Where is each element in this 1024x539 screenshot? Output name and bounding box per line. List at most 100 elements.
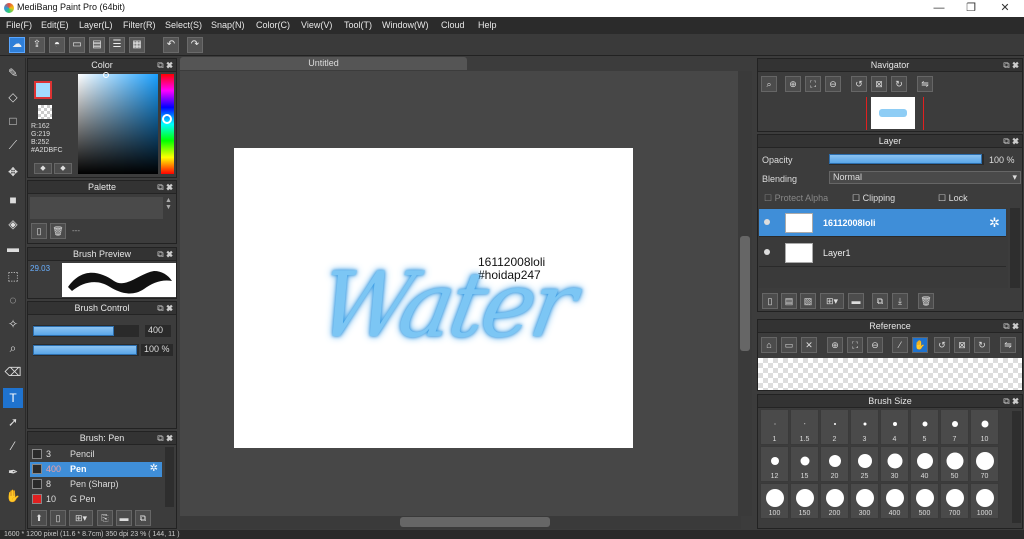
select-eraser-tool-icon[interactable]: ⌫ — [3, 362, 23, 382]
palette-delete-icon[interactable]: 🗑 — [50, 223, 66, 239]
menu-file[interactable]: File(F) — [6, 20, 32, 30]
zoom-out-icon[interactable]: ⊖ — [825, 76, 841, 92]
gradient-tool-icon[interactable]: ▬ — [3, 238, 23, 258]
brush-settings-gear-icon[interactable]: ✲ — [150, 462, 158, 476]
layer-opacity-slider[interactable] — [829, 154, 984, 165]
reference-rotate-right-icon[interactable]: ↻ — [974, 337, 990, 353]
eraser-tool-icon[interactable]: ◇ — [3, 87, 23, 107]
brush-folder-icon[interactable]: ▬ — [116, 510, 132, 526]
panel-float-close-icon[interactable]: ⧉ ✖ — [1003, 135, 1019, 147]
reset-view-icon[interactable]: ⊠ — [871, 76, 887, 92]
list-icon[interactable]: ☰ — [109, 37, 125, 53]
palette-field[interactable]: --- — [72, 226, 80, 235]
brush-size-cell[interactable]: 70 — [970, 446, 999, 482]
close-button[interactable]: ✕ — [990, 1, 1020, 16]
fill-rect-tool-icon[interactable]: ■ — [3, 190, 23, 210]
menu-snap[interactable]: Snap(N) — [211, 20, 245, 30]
palette-swatches-area[interactable] — [30, 197, 163, 219]
reference-open-icon[interactable]: ▭ — [781, 337, 797, 353]
brush-size-cell[interactable]: 15 — [790, 446, 819, 482]
eye-icon[interactable] — [764, 249, 770, 255]
canvas-horizontal-scrollbar[interactable] — [180, 516, 741, 529]
hue-slider[interactable] — [161, 74, 174, 174]
rotate-right-icon[interactable]: ↻ — [891, 76, 907, 92]
primary-color-swatch[interactable] — [34, 81, 52, 99]
brush-size-slider[interactable] — [33, 325, 139, 337]
share-icon[interactable]: ⇪ — [29, 37, 45, 53]
pen-tool-icon[interactable]: ✒ — [3, 462, 23, 482]
brush-size-cell[interactable]: 1 — [760, 409, 789, 445]
brush-size-cell[interactable]: 150 — [790, 483, 819, 519]
reference-eyedropper-icon[interactable]: ⁄ — [892, 337, 908, 353]
horizontal-scroll-thumb[interactable] — [400, 517, 550, 527]
zoom-in-icon[interactable]: ⊕ — [785, 76, 801, 92]
brush-size-cell[interactable]: 400 — [880, 483, 909, 519]
eyedropper-tool-icon[interactable]: ⁄ — [3, 436, 23, 456]
panel-float-close-icon[interactable]: ⧉ ✖ — [157, 181, 173, 193]
layer-list-scrollbar[interactable] — [1010, 208, 1020, 288]
brush-list-scrollbar[interactable] — [165, 447, 174, 507]
saturation-value-picker[interactable] — [78, 74, 158, 174]
menu-cloud[interactable]: Cloud — [441, 20, 465, 30]
maximize-button[interactable]: ❐ — [956, 1, 986, 16]
chat-icon[interactable]: ▭ — [69, 37, 85, 53]
brush-size-cell[interactable]: 1000 — [970, 483, 999, 519]
brush-size-cell[interactable]: 20 — [820, 446, 849, 482]
brush-tool-icon[interactable]: ✎ — [3, 63, 23, 83]
panel-float-close-icon[interactable]: ⧉ ✖ — [157, 59, 173, 71]
menu-filter[interactable]: Filter(R) — [123, 20, 156, 30]
minimize-button[interactable]: — — [924, 1, 954, 16]
menu-select[interactable]: Select(S) — [165, 20, 202, 30]
comment-icon[interactable]: ◓ — [49, 37, 65, 53]
undo-icon[interactable]: ↶ — [163, 37, 179, 53]
flip-horizontal-icon[interactable]: ⇋ — [917, 76, 933, 92]
secondary-color-swatch[interactable] — [38, 105, 52, 119]
menu-edit[interactable]: Edit(E) — [41, 20, 69, 30]
reference-close-icon[interactable]: ✕ — [801, 337, 817, 353]
reference-hand-icon[interactable]: ✋ — [912, 337, 928, 353]
cloud-icon[interactable]: ☁ — [9, 37, 25, 53]
rectangle-tool-icon[interactable]: □ — [3, 111, 23, 131]
menu-view[interactable]: View(V) — [301, 20, 332, 30]
blending-select[interactable]: Normal ▾ — [829, 171, 1021, 184]
clipping-checkbox[interactable]: ☐ Clipping — [852, 193, 895, 204]
brush-size-scrollbar[interactable] — [1012, 411, 1021, 523]
lock-checkbox[interactable]: ☐ Lock — [938, 193, 968, 204]
panel-float-close-icon[interactable]: ⧉ ✖ — [157, 302, 173, 314]
color-mode-button[interactable]: ◆ — [34, 163, 52, 174]
new-8bit-layer-icon[interactable]: ▧ — [800, 293, 816, 309]
layer-name[interactable]: 16112008loli — [823, 218, 876, 228]
text-tool-icon[interactable]: T — [3, 388, 23, 408]
reference-image-area[interactable] — [758, 358, 1022, 390]
brush-size-cell[interactable]: 100 — [760, 483, 789, 519]
brush-size-cell[interactable]: 300 — [850, 483, 879, 519]
menu-layer[interactable]: Layer(L) — [79, 20, 113, 30]
fit-window-icon[interactable]: ⛶ — [805, 76, 821, 92]
brush-size-cell[interactable]: 40 — [910, 446, 939, 482]
brush-size-cell[interactable]: 10 — [970, 409, 999, 445]
duplicate-layer-icon[interactable]: ⧉ — [872, 293, 888, 309]
hand-tool-icon[interactable]: ✋ — [3, 486, 23, 506]
brush-import-icon[interactable]: ⊞▾ — [69, 510, 93, 526]
panel-float-close-icon[interactable]: ⧉ ✖ — [157, 432, 173, 444]
brush-size-cell[interactable]: 200 — [820, 483, 849, 519]
menu-help[interactable]: Help — [478, 20, 497, 30]
brush-row-pen[interactable]: 400 Pen ✲ — [30, 462, 162, 477]
reference-zoom-in-icon[interactable]: ⊕ — [827, 337, 843, 353]
lasso-tool-icon[interactable]: ◌ — [3, 290, 23, 310]
brush-opacity-slider[interactable] — [33, 344, 139, 356]
layer-folder-icon[interactable]: ▬ — [848, 293, 864, 309]
brush-size-cell[interactable]: 25 — [850, 446, 879, 482]
page-icon[interactable]: ▤ — [89, 37, 105, 53]
reference-flip-icon[interactable]: ⇋ — [1000, 337, 1016, 353]
brush-size-cell[interactable]: 2 — [820, 409, 849, 445]
brush-size-value[interactable]: 400 — [145, 325, 171, 337]
protect-alpha-checkbox[interactable]: ☐ Protect Alpha — [764, 193, 828, 204]
brush-size-cell[interactable]: 12 — [760, 446, 789, 482]
rotate-left-icon[interactable]: ↺ — [851, 76, 867, 92]
delete-layer-icon[interactable]: 🗑 — [918, 293, 934, 309]
polyline-tool-icon[interactable]: ⟋ — [3, 135, 23, 155]
canvas-vertical-scrollbar[interactable] — [738, 71, 752, 516]
color-picker-cursor[interactable] — [103, 72, 109, 78]
new-layer-icon[interactable]: ▯ — [762, 293, 778, 309]
